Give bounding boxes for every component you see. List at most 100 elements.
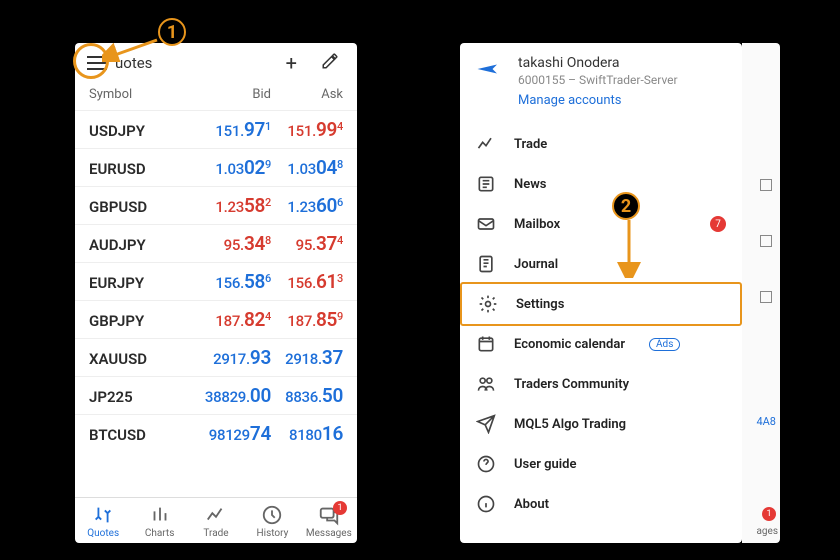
hamburger-icon[interactable]: [87, 53, 107, 73]
tab-label: Messages: [306, 528, 352, 539]
send-icon: [476, 414, 496, 434]
menu-trade[interactable]: Trade: [460, 124, 742, 164]
bid-price: 156.586: [199, 270, 271, 293]
menu-label: Journal: [514, 257, 558, 272]
menu-settings[interactable]: Settings: [460, 282, 742, 326]
underlying-peek: 4A8 ages 1: [742, 43, 780, 543]
ask-price: 95.374: [271, 232, 343, 255]
edit-icon[interactable]: [315, 51, 345, 75]
quote-row[interactable]: GBPJPY187.824187.859: [75, 300, 357, 338]
symbol: AUDJPY: [89, 236, 199, 254]
menu-label: Mailbox: [514, 217, 560, 232]
calendar-icon: [476, 334, 496, 354]
quote-row[interactable]: BTCUSD9812974818016: [75, 414, 357, 452]
symbol: BTCUSD: [89, 426, 199, 444]
quote-row[interactable]: EURJPY156.586156.613: [75, 262, 357, 300]
ask-price: 151.994: [271, 118, 343, 141]
symbol: JP225: [89, 388, 199, 406]
peek-code: 4A8: [756, 415, 776, 428]
ask-price: 1.03048: [271, 156, 343, 179]
bid-price: 2917.93: [199, 346, 271, 369]
bid-price: 38829.00: [199, 384, 271, 407]
tab-label: Trade: [203, 528, 228, 539]
symbol: USDJPY: [89, 122, 199, 140]
trade-icon: [476, 134, 496, 154]
ask-price: 1.23606: [271, 194, 343, 217]
profile-section: takashi Onodera 6000155 – SwiftTrader-Se…: [460, 43, 742, 116]
col-bid: Bid: [199, 87, 271, 102]
community-icon: [476, 374, 496, 394]
symbol: XAUUSD: [89, 350, 199, 368]
bid-price: 1.23582: [199, 194, 271, 217]
menu-label: Economic calendar: [514, 337, 625, 352]
menu-journal[interactable]: Journal: [460, 244, 742, 284]
news-icon: [476, 174, 496, 194]
menu-news[interactable]: News: [460, 164, 742, 204]
menu-label: MQL5 Algo Trading: [514, 417, 626, 432]
manage-accounts-link[interactable]: Manage accounts: [518, 93, 726, 108]
quote-row[interactable]: GBPUSD1.235821.23606: [75, 186, 357, 224]
profile-sub: 6000155 – SwiftTrader-Server: [518, 73, 726, 87]
col-ask: Ask: [271, 87, 343, 102]
screen-title: uotes: [115, 54, 268, 72]
quote-row[interactable]: AUDJPY95.34895.374: [75, 224, 357, 262]
column-headers: Symbol Bid Ask: [75, 83, 357, 110]
ask-price: 156.613: [271, 270, 343, 293]
tab-bar: Quotes Charts Trade History 1 Messages: [75, 497, 357, 543]
menu-label: News: [514, 177, 546, 192]
add-icon[interactable]: +: [280, 51, 303, 75]
quote-row[interactable]: USDJPY151.971151.994: [75, 110, 357, 148]
symbol: GBPUSD: [89, 198, 199, 216]
menu-label: Trade: [514, 137, 547, 152]
quote-rows: USDJPY151.971151.994EURUSD1.030291.03048…: [75, 110, 357, 497]
menu-economic[interactable]: Economic calendar Ads: [460, 324, 742, 364]
menu-label: Traders Community: [514, 377, 629, 392]
ask-price: 8836.50: [271, 384, 343, 407]
symbol: GBPJPY: [89, 312, 199, 330]
header: uotes +: [75, 43, 357, 83]
ask-price: 2918.37: [271, 346, 343, 369]
symbol: EURUSD: [89, 160, 199, 178]
profile-name: takashi Onodera: [518, 55, 726, 71]
tab-charts[interactable]: Charts: [131, 504, 187, 539]
bid-price: 95.348: [199, 232, 271, 255]
journal-icon: [476, 254, 496, 274]
menu-algo[interactable]: MQL5 Algo Trading: [460, 404, 742, 444]
annotation-number-1: 1: [158, 18, 186, 46]
quote-row[interactable]: EURUSD1.030291.03048: [75, 148, 357, 186]
drawer-menu: Trade News Mailbox 7 Journal Settings Ec…: [460, 116, 742, 524]
help-icon: [476, 454, 496, 474]
ask-price: 818016: [271, 422, 343, 445]
mailbox-badge: 7: [710, 216, 726, 232]
menu-label: User guide: [514, 457, 576, 472]
bid-price: 9812974: [199, 422, 271, 445]
gear-icon: [478, 294, 498, 314]
col-symbol: Symbol: [89, 87, 199, 102]
peek-tab-label: ages: [756, 526, 778, 537]
menu-community[interactable]: Traders Community: [460, 364, 742, 404]
menu-about[interactable]: About: [460, 484, 742, 524]
quote-row[interactable]: XAUUSD2917.932918.37: [75, 338, 357, 376]
tab-trade[interactable]: Trade: [188, 504, 244, 539]
quote-row[interactable]: JP22538829.008836.50: [75, 376, 357, 414]
tab-label: Quotes: [87, 528, 119, 539]
app-logo-icon: [476, 59, 506, 79]
mailbox-icon: [476, 214, 496, 234]
tab-quotes[interactable]: Quotes: [75, 504, 131, 539]
peek-badge: 1: [762, 507, 776, 521]
menu-label: About: [514, 497, 549, 512]
ask-price: 187.859: [271, 308, 343, 331]
menu-mailbox[interactable]: Mailbox 7: [460, 204, 742, 244]
menu-label: Settings: [516, 297, 564, 312]
ads-badge: Ads: [649, 338, 680, 351]
checkbox-peek: [760, 291, 772, 303]
tab-history[interactable]: History: [244, 504, 300, 539]
symbol: EURJPY: [89, 274, 199, 292]
info-icon: [476, 494, 496, 514]
tab-label: History: [257, 528, 289, 539]
tab-label: Charts: [145, 528, 175, 539]
tab-messages[interactable]: 1 Messages: [301, 504, 357, 539]
bid-price: 187.824: [199, 308, 271, 331]
messages-badge: 1: [333, 501, 347, 515]
menu-guide[interactable]: User guide: [460, 444, 742, 484]
